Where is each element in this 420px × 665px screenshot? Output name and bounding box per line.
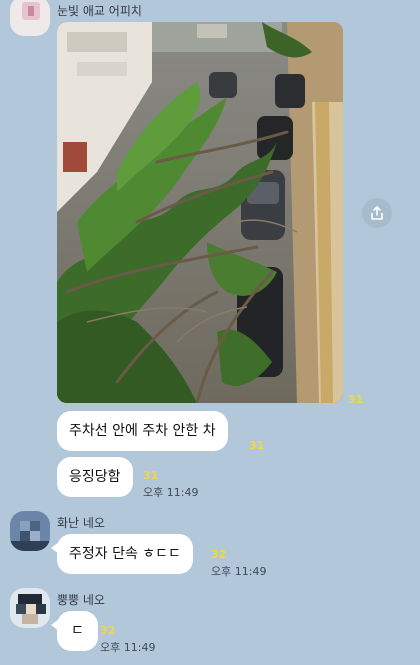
message-time: 오후 11:49 xyxy=(100,641,156,654)
unread-count: 31 xyxy=(348,393,364,406)
avatar-image-detail xyxy=(28,6,34,16)
message-bubble[interactable]: 주차선 안에 주차 안한 차 xyxy=(57,411,228,451)
avatar-pixel xyxy=(22,614,38,624)
avatar-pixel xyxy=(30,521,40,531)
avatar-pixel xyxy=(20,531,30,541)
unread-count: 31 xyxy=(249,439,265,452)
message-bubble[interactable]: ㄷ xyxy=(51,611,98,651)
avatar[interactable] xyxy=(10,588,50,628)
sender-name: 눈빛 애교 어피치 xyxy=(57,4,142,18)
avatar[interactable] xyxy=(10,511,50,551)
unread-count: 31 xyxy=(143,469,159,482)
avatar-pixel xyxy=(36,604,46,614)
avatar-pixel xyxy=(30,531,40,541)
unread-count: 32 xyxy=(211,548,227,561)
message-bubble[interactable]: 응징당함 xyxy=(57,457,133,497)
avatar-pixel xyxy=(20,521,30,531)
avatar-pixel xyxy=(10,541,50,551)
message-time: 오후 11:49 xyxy=(143,486,199,499)
fallen-tree-photo xyxy=(57,22,343,403)
avatar-pixel xyxy=(16,604,26,614)
message-bubble[interactable]: 주정자 단속 ㅎㄷㄷ xyxy=(51,534,193,574)
sender-name: 화난 네오 xyxy=(57,516,105,530)
photo-message[interactable] xyxy=(57,22,343,403)
sender-name: 뿡뿡 네오 xyxy=(57,593,105,607)
avatar-pixel xyxy=(18,594,42,604)
share-button[interactable] xyxy=(362,198,392,228)
unread-count: 32 xyxy=(100,624,116,637)
avatar-pixel xyxy=(26,604,36,614)
share-icon xyxy=(371,206,383,220)
message-time: 오후 11:49 xyxy=(211,565,267,578)
avatar[interactable] xyxy=(10,0,50,36)
